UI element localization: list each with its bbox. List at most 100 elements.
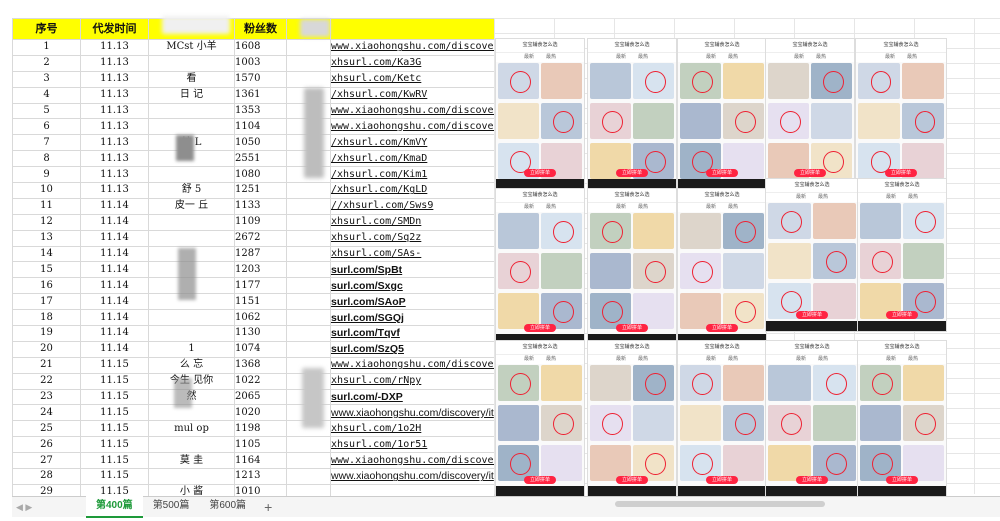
cell-fans[interactable]: 1368	[234, 356, 287, 374]
cell-date[interactable]: 11.14	[80, 325, 149, 342]
table-row[interactable]: 6 11.13 1104 www.xiaohongshu.com/discovery	[12, 118, 495, 136]
add-sheet-icon[interactable]: +	[256, 499, 280, 515]
cell-seq[interactable]: 14	[12, 245, 81, 263]
table-row[interactable]: 21 11.15 么 忘 1368 www.xiaohongshu.com/discov…	[12, 356, 495, 374]
cell-blurred[interactable]	[286, 229, 331, 247]
cell-date[interactable]: 11.13	[80, 70, 149, 88]
cell-fans[interactable]: 1203	[234, 261, 287, 279]
cell-link[interactable]: www.xiaohongshu.com/discovery	[330, 356, 495, 374]
cell-name[interactable]	[148, 325, 235, 342]
cell-blurred[interactable]	[286, 213, 331, 231]
cell-blurred[interactable]	[286, 277, 331, 295]
cell-name[interactable]	[148, 229, 235, 247]
cell-fans[interactable]: 1251	[234, 182, 287, 199]
cell-date[interactable]: 11.15	[80, 404, 149, 422]
cell-name[interactable]: 么 忘	[148, 356, 235, 374]
cell-name[interactable]	[148, 468, 235, 485]
cell-fans[interactable]: 1050	[234, 134, 287, 152]
header-fans[interactable]: 粉丝数	[234, 18, 287, 40]
cell-name[interactable]: 皮一 丘	[148, 197, 235, 215]
cell-date[interactable]: 11.15	[80, 436, 149, 454]
cell-name[interactable]	[148, 166, 235, 184]
table-row[interactable]: 28 11.15 1213 www.xiaohongshu.com/discovery…	[12, 468, 495, 485]
cell-link[interactable]: surl.com/SpBt	[330, 261, 495, 279]
cell-seq[interactable]: 19	[12, 325, 81, 342]
cell-date[interactable]: 11.13	[80, 182, 149, 199]
cell-fans[interactable]: 2065	[234, 388, 287, 406]
horizontal-scrollbar[interactable]	[495, 500, 1000, 508]
cell-seq[interactable]: 16	[12, 277, 81, 295]
cell-link[interactable]: www.xiaohongshu.com/discovery/it	[330, 404, 495, 422]
table-row[interactable]: 26 11.15 1105 xhsurl.com/1or51	[12, 436, 495, 454]
table-row[interactable]: 20 11.14 1 1074 surl.com/SzQ5	[12, 340, 495, 358]
cell-link[interactable]: surl.com/-DXP	[330, 388, 495, 406]
cell-link[interactable]: www.xiaohongshu.com/discovery	[330, 118, 495, 136]
cell-blurred[interactable]	[286, 70, 331, 88]
cell-fans[interactable]: 2672	[234, 229, 287, 247]
cell-date[interactable]: 11.14	[80, 340, 149, 358]
cell-link[interactable]: www.xiaohongshu.com/discovery/it	[330, 468, 495, 485]
cell-date[interactable]: 11.15	[80, 468, 149, 485]
cell-name[interactable]	[148, 54, 235, 72]
cell-date[interactable]: 11.13	[80, 134, 149, 152]
table-row[interactable]: 10 11.13 舒 5 1251/xhsurl.com/KgLD	[12, 182, 495, 199]
sheet-tab[interactable]: 第600篇	[199, 496, 256, 516]
cell-seq[interactable]: 11	[12, 197, 81, 215]
table-row[interactable]: 14 11.14 1287 xhsurl.com/SAs-	[12, 245, 495, 263]
cell-seq[interactable]: 5	[12, 102, 81, 120]
table-row[interactable]: 16 11.14 1177 surl.com/Sxgc	[12, 277, 495, 295]
cell-date[interactable]: 11.13	[80, 166, 149, 184]
table-row[interactable]: 3 11.13 看 1570 xhsurl.com/Ketc	[12, 70, 495, 88]
cell-name[interactable]: 1	[148, 340, 235, 358]
cell-name[interactable]: 莫 圭	[148, 452, 235, 470]
sheet-tab[interactable]: 第500篇	[143, 496, 200, 516]
cell-fans[interactable]: 1020	[234, 404, 287, 422]
table-row[interactable]: 17 11.14 1151 surl.com/SAoP	[12, 293, 495, 311]
cell-date[interactable]: 11.13	[80, 102, 149, 120]
cell-seq[interactable]: 26	[12, 436, 81, 454]
cell-fans[interactable]: 1198	[234, 420, 287, 438]
table-row[interactable]: 27 11.15 莫 圭 1164 www.xiaohongshu.com/discov…	[12, 452, 495, 470]
cell-date[interactable]: 11.15	[80, 356, 149, 374]
cell-seq[interactable]: 6	[12, 118, 81, 136]
cell-fans[interactable]: 1608	[234, 39, 287, 56]
cell-fans[interactable]: 1164	[234, 452, 287, 470]
cell-blurred[interactable]	[286, 245, 331, 263]
cell-link[interactable]: xhsurl.com/1or51	[330, 436, 495, 454]
cell-fans[interactable]: 1105	[234, 436, 287, 454]
cell-seq[interactable]: 13	[12, 229, 81, 247]
cell-seq[interactable]: 2	[12, 54, 81, 72]
cell-link[interactable]: xhsurl.com/SAs-	[330, 245, 495, 263]
cell-name[interactable]	[148, 309, 235, 327]
table-row[interactable]: 1 11.13 MCst 小羊 1608 www.xiaohongshu.com/dis…	[12, 39, 495, 56]
cell-fans[interactable]: 1133	[234, 197, 287, 215]
table-row[interactable]: 4 11.13 日 记 1361/xhsurl.com/KwRV	[12, 86, 495, 104]
cell-fans[interactable]: 1287	[234, 245, 287, 263]
cell-link[interactable]: /xhsurl.com/Kim1	[330, 166, 495, 184]
table-row[interactable]: 11 11.14 皮一 丘 1133 //xhsurl.com/Sws9	[12, 197, 495, 215]
cell-seq[interactable]: 15	[12, 261, 81, 279]
cell-name[interactable]	[148, 102, 235, 120]
cell-seq[interactable]: 24	[12, 404, 81, 422]
cell-seq[interactable]: 8	[12, 150, 81, 168]
table-row[interactable]: 18 11.14 1062 surl.com/SGQj	[12, 309, 495, 327]
table-row[interactable]: 8 11.13 2551/xhsurl.com/KmaD	[12, 150, 495, 168]
cell-fans[interactable]: 1570	[234, 70, 287, 88]
header-seq[interactable]: 序号	[12, 18, 81, 40]
cell-link[interactable]: www.xiaohongshu.com/discovery/	[330, 39, 495, 56]
cell-date[interactable]: 11.14	[80, 261, 149, 279]
cell-seq[interactable]: 27	[12, 452, 81, 470]
cell-date[interactable]: 11.14	[80, 293, 149, 311]
table-row[interactable]: 25 11.15 mul op 1198 xhsurl.com/1o2H	[12, 420, 495, 438]
table-row[interactable]: 2311.15然2065surl.com/-DXP	[12, 388, 495, 406]
cell-seq[interactable]: 23	[12, 388, 81, 406]
cell-name[interactable]	[148, 436, 235, 454]
cell-fans[interactable]: 1104	[234, 118, 287, 136]
cell-seq[interactable]: 4	[12, 86, 81, 104]
cell-date[interactable]: 11.13	[80, 39, 149, 56]
cell-fans[interactable]: 1151	[234, 293, 287, 311]
cell-blurred[interactable]	[286, 261, 331, 279]
table-row[interactable]: 2211.15今生 见你1022xhsurl.com/rNpy	[12, 372, 495, 390]
cell-fans[interactable]: 1080	[234, 166, 287, 184]
cell-seq[interactable]: 25	[12, 420, 81, 438]
